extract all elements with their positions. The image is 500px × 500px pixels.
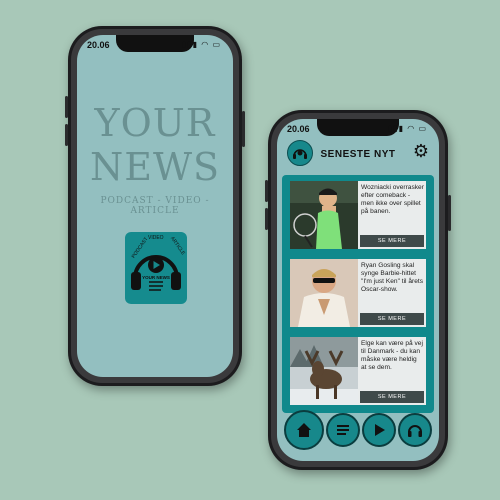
title-news: NEWS xyxy=(89,145,221,189)
article-text: Wozniacki overrasker efter comeback - me… xyxy=(361,184,424,215)
article-icon[interactable] xyxy=(326,413,360,447)
tagline: PODCAST - VIDEO - ARTICLE xyxy=(100,196,210,216)
feed-screen: 20.06 ▮▮▮ ◠ ▭ SENESTE NYT ⚙ Wozniacki ov… xyxy=(277,119,439,461)
see-more-button[interactable]: SE MERE xyxy=(360,235,424,247)
splash-phone: 20.06 ▮▮▮ ◠ ▭ YOUR NEWS PODCAST - VIDEO … xyxy=(65,26,245,386)
tab-bar xyxy=(283,407,433,453)
volume-down-button xyxy=(265,208,268,230)
volume-down-button xyxy=(65,124,68,146)
news-feed[interactable]: Wozniacki overrasker efter comeback - me… xyxy=(282,175,434,413)
ryan-gosling-photo xyxy=(290,259,358,327)
power-button xyxy=(448,195,451,231)
app-header: SENESTE NYT ⚙ xyxy=(277,137,439,171)
logo-avatar-button[interactable] xyxy=(287,140,313,166)
splash-screen: 20.06 ▮▮▮ ◠ ▭ YOUR NEWS PODCAST - VIDEO … xyxy=(77,35,233,377)
article-text: Ryan Gosling skal synge Barbie-hittet "I… xyxy=(361,262,424,293)
see-more-button[interactable]: SE MERE xyxy=(360,391,424,403)
news-card[interactable]: Elge kan være på vej til Danmark - du ka… xyxy=(290,337,426,405)
news-card[interactable]: Ryan Gosling skal synge Barbie-hittet "I… xyxy=(290,259,426,327)
see-more-button[interactable]: SE MERE xyxy=(360,313,424,325)
tennis-player-photo xyxy=(290,181,358,249)
headphones-icon[interactable] xyxy=(398,413,432,447)
logo-label: YOUR NEWS xyxy=(142,275,170,280)
logo-arc-video: VIDEO xyxy=(148,235,164,241)
signal-icon: ▮▮▮ xyxy=(181,40,198,49)
status-time: 20.06 xyxy=(287,124,310,134)
article-text: Elge kan være på vej til Danmark - du ka… xyxy=(361,340,423,371)
title-your: YOUR xyxy=(94,101,216,145)
play-icon[interactable] xyxy=(362,413,396,447)
wifi-icon: ◠ xyxy=(201,40,210,49)
battery-icon: ▭ xyxy=(418,124,427,133)
battery-icon: ▭ xyxy=(212,40,221,49)
status-icons: ▮▮▮ ◠ ▭ xyxy=(388,124,427,133)
signal-icon: ▮▮▮ xyxy=(387,124,404,133)
status-time: 20.06 xyxy=(87,40,110,50)
wifi-icon: ◠ xyxy=(407,124,416,133)
page-title: SENESTE NYT xyxy=(320,148,396,160)
notch xyxy=(317,119,399,136)
power-button xyxy=(242,111,245,147)
status-icons: ▮▮▮ ◠ ▭ xyxy=(182,40,221,49)
moose-photo xyxy=(290,337,358,405)
gear-icon[interactable]: ⚙ xyxy=(413,141,429,161)
news-card[interactable]: Wozniacki overrasker efter comeback - me… xyxy=(290,181,426,249)
volume-up-button xyxy=(265,180,268,202)
app-logo: PODCAST VIDEO ARTICLE YOUR NEWS xyxy=(125,232,187,304)
volume-up-button xyxy=(65,96,68,118)
feed-phone: 20.06 ▮▮▮ ◠ ▭ SENESTE NYT ⚙ Wozniacki ov… xyxy=(265,110,451,470)
home-icon[interactable] xyxy=(284,410,324,450)
